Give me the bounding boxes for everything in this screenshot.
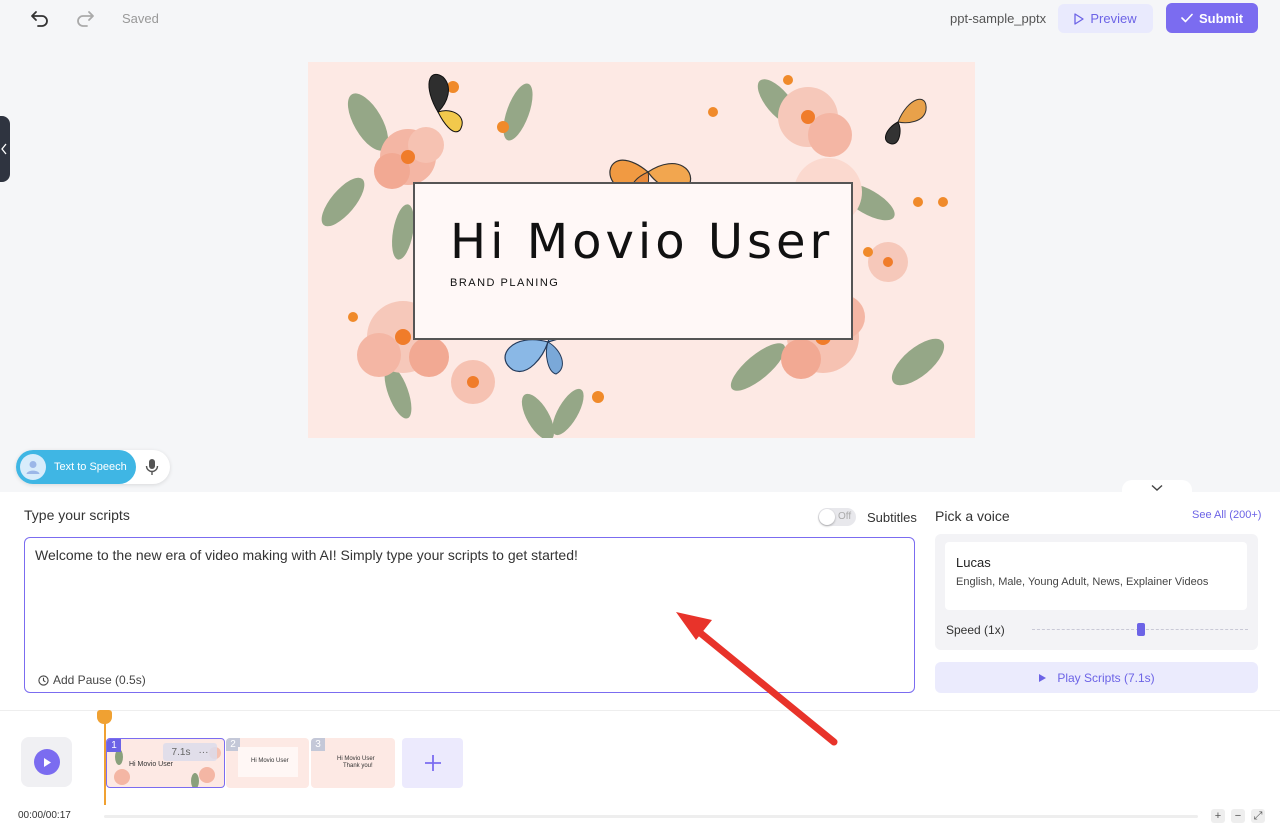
chevron-down-icon	[1151, 484, 1163, 491]
clip-duration-badge: 7.1s ···	[163, 743, 217, 761]
clip-title: Hi Movio User	[337, 756, 375, 762]
playhead-handle[interactable]	[97, 710, 112, 724]
subtitles-toggle[interactable]: Off	[818, 508, 856, 526]
see-all-voices-link[interactable]: See All (200+)	[1192, 509, 1261, 521]
file-name: ppt-sample_pptx	[950, 11, 1047, 26]
top-bar: Saved ppt-sample_pptx Preview Submit	[0, 0, 1280, 36]
play-scripts-button[interactable]: Play Scripts (7.1s)	[935, 662, 1258, 693]
zoom-in-button[interactable]: +	[1211, 809, 1225, 823]
timeline-play-button[interactable]	[21, 737, 72, 787]
clip-number: 3	[311, 738, 325, 751]
play-outline-icon	[1074, 12, 1085, 25]
slide-canvas[interactable]: Hi Movio User BRAND PLANING	[308, 62, 975, 438]
speed-slider-handle[interactable]	[1137, 623, 1145, 636]
microphone-icon[interactable]	[144, 458, 160, 476]
timeline-clip-1[interactable]: 1 Hi Movio User 7.1s ···	[106, 738, 225, 788]
script-textarea[interactable]: Welcome to the new era of video making w…	[24, 537, 915, 693]
subtitles-label: Subtitles	[867, 510, 917, 525]
voice-name: Lucas	[956, 555, 991, 570]
slide-subtitle[interactable]: BRAND PLANING	[450, 277, 559, 289]
zoom-out-button[interactable]: −	[1231, 809, 1245, 823]
toggle-state: Off	[838, 511, 852, 522]
voice-settings: Lucas English, Male, Young Adult, News, …	[935, 534, 1258, 650]
more-options-icon[interactable]: ···	[198, 747, 208, 758]
plus-icon	[424, 755, 441, 771]
fit-expand-icon[interactable]: ⤢	[1251, 809, 1265, 823]
play-circle-icon	[33, 749, 60, 775]
voice-card[interactable]: Lucas English, Male, Young Adult, News, …	[945, 542, 1247, 610]
pick-voice-label: Pick a voice	[935, 508, 1010, 524]
add-slide-button[interactable]	[402, 738, 463, 788]
check-icon	[1181, 13, 1193, 23]
preview-button[interactable]: Preview	[1058, 4, 1153, 33]
clip-duration: 7.1s	[171, 746, 191, 758]
playback-time: 00:00/00:17	[18, 810, 71, 821]
input-mode-switch: Text to Speech	[16, 450, 170, 484]
toggle-knob	[819, 509, 835, 525]
clip-number: 1	[107, 739, 121, 752]
play-icon	[1039, 673, 1047, 682]
script-text[interactable]: Welcome to the new era of video making w…	[35, 547, 895, 563]
undo-icon[interactable]	[30, 8, 50, 28]
redo-icon[interactable]	[75, 8, 95, 28]
sidebar-toggle[interactable]	[0, 116, 10, 182]
voice-description: English, Male, Young Adult, News, Explai…	[956, 576, 1209, 588]
save-status: Saved	[122, 11, 159, 26]
clock-icon	[38, 674, 49, 686]
clip-title: Hi Movio User	[129, 761, 173, 768]
preview-label: Preview	[1090, 11, 1137, 26]
timeline-clip-3[interactable]: 3 Hi Movio User Thank you!	[311, 738, 395, 788]
text-to-speech-tab[interactable]: Text to Speech	[16, 450, 136, 484]
slide-title[interactable]: Hi Movio User	[450, 214, 833, 270]
add-pause-button[interactable]: Add Pause (0.5s)	[38, 673, 146, 687]
text-to-speech-label: Text to Speech	[54, 461, 127, 473]
script-label: Type your scripts	[24, 507, 130, 523]
chevron-left-icon	[1, 143, 7, 155]
speed-label: Speed (1x)	[946, 623, 1005, 637]
add-pause-label: Add Pause (0.5s)	[53, 673, 146, 687]
collapse-panel-button[interactable]	[1122, 480, 1192, 496]
timeline-clip-2[interactable]: 2 Hi Movio User	[226, 738, 309, 788]
clip-title: Hi Movio User	[251, 758, 289, 764]
play-scripts-label: Play Scripts (7.1s)	[1057, 670, 1155, 685]
playhead[interactable]	[104, 710, 106, 805]
submit-label: Submit	[1198, 10, 1244, 26]
timeline-scrollbar[interactable]	[104, 815, 1198, 818]
clip-subtitle: Thank you!	[343, 763, 373, 769]
submit-button[interactable]: Submit	[1166, 3, 1258, 33]
avatar-icon	[20, 454, 46, 480]
